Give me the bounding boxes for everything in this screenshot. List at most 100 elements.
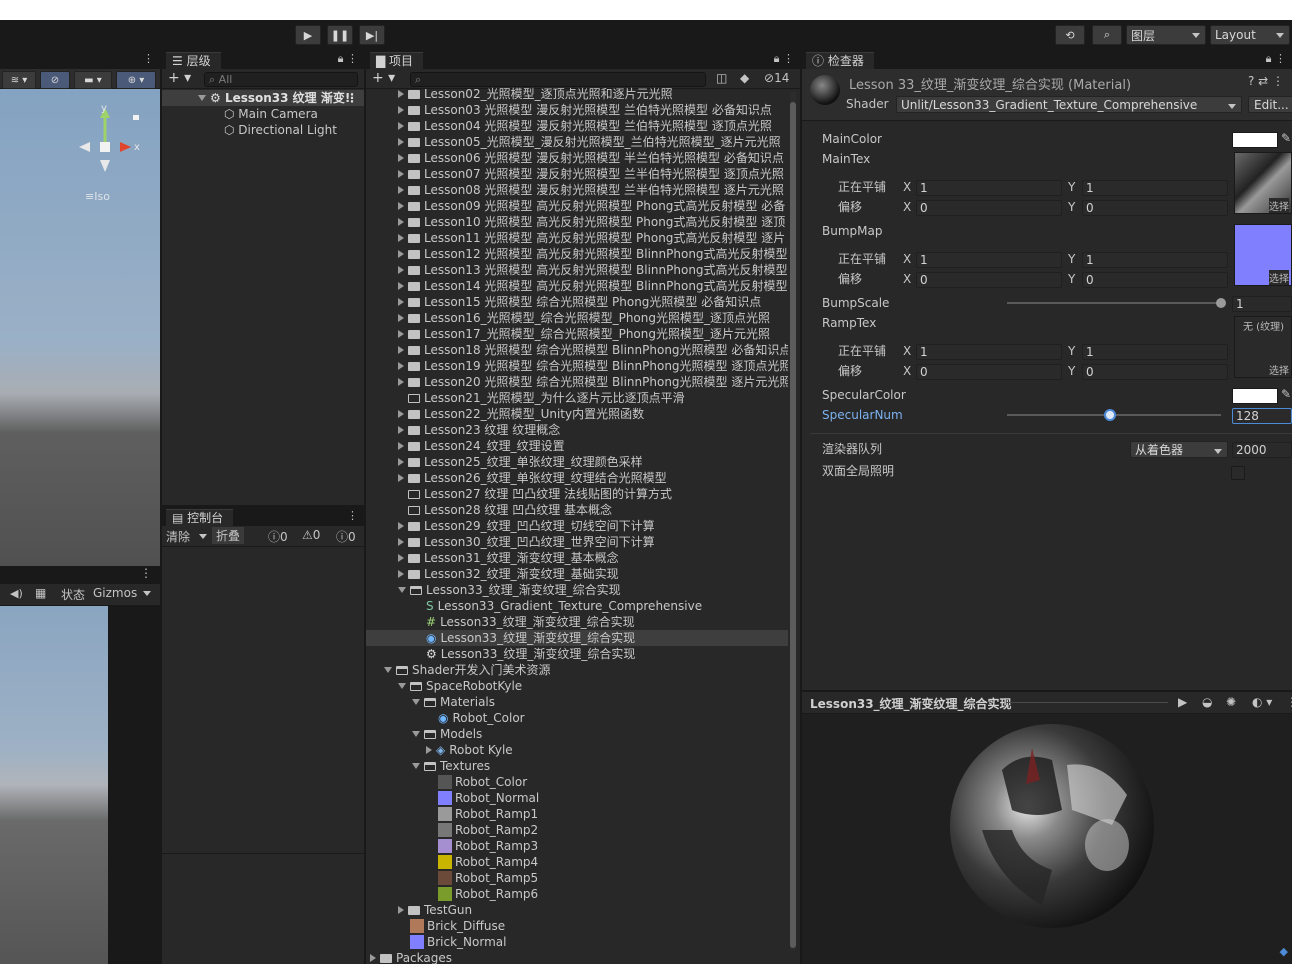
iso-label[interactable]: ≡Iso xyxy=(85,190,110,203)
expand-icon[interactable] xyxy=(398,202,404,210)
expand-icon[interactable] xyxy=(398,538,404,546)
expand-icon[interactable] xyxy=(398,314,404,322)
list-item[interactable]: Lesson02_光照模型_逐顶点光照和逐片元光照 xyxy=(366,87,788,102)
hidden-packages-icon[interactable]: ⊘14 xyxy=(764,71,789,85)
list-item[interactable]: Lesson21_光照模型_为什么逐片元比逐顶点平滑 xyxy=(366,390,788,406)
bump-tiling-y-field[interactable]: 1 xyxy=(1082,252,1228,268)
list-item[interactable]: Robot_Ramp2 xyxy=(366,822,788,838)
expand-icon[interactable] xyxy=(398,154,404,162)
list-item[interactable]: Lesson15 光照模型 综合光照模型 Phong光照模型 必备知识点 xyxy=(366,294,788,310)
expand-icon[interactable] xyxy=(398,266,404,274)
list-item[interactable]: Lesson28 纹理 凹凸纹理 基本概念 xyxy=(366,502,788,518)
expand-icon[interactable] xyxy=(426,746,432,754)
list-item[interactable]: ◉ Lesson33_纹理_渐变纹理_综合实现 xyxy=(366,630,788,646)
collapse-icon[interactable] xyxy=(412,763,420,769)
stats-grid-icon[interactable]: ▦ xyxy=(35,586,46,600)
layout-dropdown[interactable]: Layout xyxy=(1210,25,1290,45)
expand-icon[interactable] xyxy=(398,554,404,562)
select-button[interactable]: 选择 xyxy=(1269,198,1289,213)
bump-map-thumbnail[interactable]: 选择 xyxy=(1234,224,1292,286)
list-item[interactable]: Lesson32_纹理_渐变纹理_基础实现 xyxy=(366,566,788,582)
layers-dropdown[interactable]: 图层 xyxy=(1126,25,1206,45)
game-viewport[interactable] xyxy=(0,606,108,964)
hierarchy-search-input[interactable]: ⌕ All xyxy=(204,72,358,87)
expand-icon[interactable] xyxy=(398,186,404,194)
list-item[interactable]: Lesson03 光照模型 漫反射光照模型 兰伯特光照模型 必备知识点 xyxy=(366,102,788,118)
list-item[interactable]: Lesson05_光照模型_漫反射光照模型_兰伯特光照模型_逐片元光照 xyxy=(366,134,788,150)
expand-icon[interactable] xyxy=(398,346,404,354)
list-item[interactable]: Lesson31_纹理_渐变纹理_基本概念 xyxy=(366,550,788,566)
lock-icon[interactable]: 🔒︎ ⋮ xyxy=(1266,52,1286,66)
list-item[interactable]: Lesson11 光照模型 高光反射光照模型 Phong式高光反射模型 逐片 xyxy=(366,230,788,246)
expand-icon[interactable] xyxy=(398,122,404,130)
list-item[interactable]: Lesson25_纹理_单张纹理_纹理颜色采样 xyxy=(366,454,788,470)
bump-scale-field[interactable]: 1 xyxy=(1232,296,1292,312)
scene-row[interactable]: ⚙︎ Lesson33 纹理 渐变! ⋮ xyxy=(162,90,364,106)
add-button[interactable]: + ▾ xyxy=(168,70,191,86)
packages-row[interactable]: Packages xyxy=(366,950,788,964)
slider-knob[interactable] xyxy=(1216,298,1226,308)
main-tiling-x-field[interactable]: 1 xyxy=(916,180,1062,196)
list-item[interactable]: Robot_Ramp4 xyxy=(366,854,788,870)
main-offset-x-field[interactable]: 0 xyxy=(916,200,1062,216)
list-item[interactable]: Lesson20 光照模型 综合光照模型 BlinnPhong光照模型 逐片元光… xyxy=(366,374,788,390)
expand-icon[interactable] xyxy=(398,218,404,226)
list-item[interactable]: ◉ Robot_Color xyxy=(366,710,788,726)
list-item[interactable]: Lesson33_纹理_渐变纹理_综合实现 xyxy=(366,582,788,598)
render-queue-dropdown[interactable]: 从着色器 xyxy=(1130,441,1228,458)
expand-icon[interactable] xyxy=(398,282,404,290)
collapse-icon[interactable] xyxy=(412,731,420,737)
expand-icon[interactable] xyxy=(398,522,404,530)
eyedropper-icon[interactable]: ✎ xyxy=(1281,131,1291,145)
expand-icon[interactable] xyxy=(398,410,404,418)
render-queue-field[interactable]: 2000 xyxy=(1232,442,1292,458)
list-item[interactable]: Brick_Normal xyxy=(366,934,788,950)
more-icon[interactable]: ⋮ xyxy=(1286,695,1292,709)
list-item[interactable]: Lesson12 光照模型 高光反射光照模型 BlinnPhong式高光反射模型 xyxy=(366,246,788,262)
collapse-button[interactable]: 折叠 xyxy=(212,527,245,544)
visibility-toggle[interactable]: ⊘ xyxy=(40,71,70,89)
error-count[interactable]: ⓘ0 xyxy=(336,528,356,545)
status-label[interactable]: 状态 xyxy=(61,586,85,603)
more-icon[interactable]: ⋮ xyxy=(346,90,358,106)
edit-shader-button[interactable]: Edit... xyxy=(1248,96,1292,113)
list-item[interactable]: Lesson16_光照模型_综合光照模型_Phong光照模型_逐顶点光照 xyxy=(366,310,788,326)
list-item[interactable]: Lesson14 光照模型 高光反射光照模型 BlinnPhong式高光反射模型 xyxy=(366,278,788,294)
gizmos-button[interactable]: Gizmos xyxy=(93,586,137,600)
main-offset-y-field[interactable]: 0 xyxy=(1082,200,1228,216)
main-tiling-y-field[interactable]: 1 xyxy=(1082,180,1228,196)
play-icon[interactable]: ▶ xyxy=(1178,695,1187,709)
list-item[interactable]: Lesson19 光照模型 综合光照模型 BlinnPhong光照模型 逐顶点光… xyxy=(366,358,788,374)
warning-count[interactable]: ⚠0 xyxy=(302,528,320,542)
expand-icon[interactable] xyxy=(398,570,404,578)
asset-label-icon[interactable]: ◆ xyxy=(1280,945,1288,958)
expand-icon[interactable] xyxy=(198,95,206,101)
main-tex-thumbnail[interactable]: 选择 xyxy=(1234,152,1292,214)
list-item[interactable]: Lesson13 光照模型 高光反射光照模型 BlinnPhong式高光反射模型 xyxy=(366,262,788,278)
expand-icon[interactable] xyxy=(398,442,404,450)
list-item[interactable]: ◈ Robot Kyle xyxy=(366,742,788,758)
list-item[interactable]: Lesson22_光照模型_Unity内置光照函数 xyxy=(366,406,788,422)
specular-color-swatch[interactable] xyxy=(1232,388,1278,404)
list-item[interactable]: Shader开发入门美术资源 xyxy=(366,662,788,678)
list-item[interactable]: Brick_Diffuse xyxy=(366,918,788,934)
expand-icon[interactable] xyxy=(398,250,404,258)
expand-icon[interactable] xyxy=(398,138,404,146)
list-item[interactable]: Lesson06 光照模型 漫反射光照模型 半兰伯特光照模型 必备知识点 xyxy=(366,150,788,166)
material-preview-sphere[interactable] xyxy=(942,720,1162,932)
play-button[interactable]: ▶ xyxy=(295,25,321,45)
gizmo-button[interactable]: ⊕ ▾ xyxy=(116,71,156,89)
more-icon[interactable]: ⋮ xyxy=(140,566,152,580)
scrollbar-track[interactable] xyxy=(790,92,796,950)
expand-icon[interactable] xyxy=(398,170,404,178)
list-item[interactable]: Lesson27 纹理 凹凸纹理 法线贴图的计算方式 xyxy=(366,486,788,502)
lock-icon[interactable]: 🔒︎ ⋮ xyxy=(774,52,794,66)
list-item[interactable]: Robot_Color xyxy=(366,774,788,790)
list-item[interactable]: Lesson24_纹理_纹理设置 xyxy=(366,438,788,454)
collapse-icon[interactable] xyxy=(384,667,392,673)
sphere-icon[interactable]: ◐ ▾ xyxy=(1252,695,1272,709)
list-item[interactable]: Robot_Ramp6 xyxy=(366,886,788,902)
expand-icon[interactable] xyxy=(398,298,404,306)
project-search-input[interactable]: ⌕ xyxy=(410,72,706,87)
expand-icon[interactable] xyxy=(398,474,404,482)
